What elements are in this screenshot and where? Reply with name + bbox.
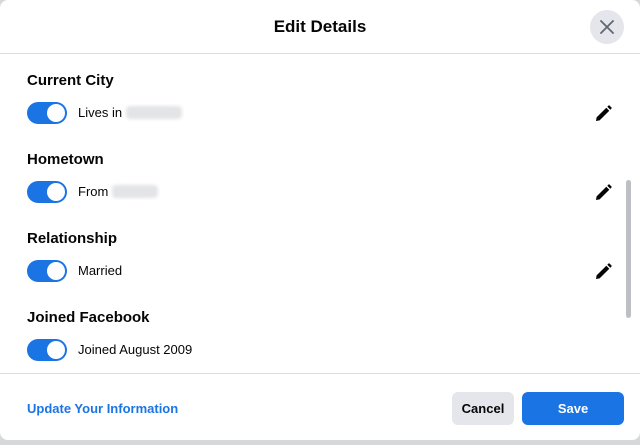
detail-text: Lives in (78, 105, 183, 120)
section-hometown: Hometown From (27, 151, 617, 221)
cancel-button[interactable]: Cancel (452, 392, 514, 425)
visibility-toggle[interactable] (27, 181, 67, 203)
toggle-knob (47, 183, 65, 201)
section-title: Joined Facebook (27, 309, 150, 326)
page-backdrop (0, 440, 640, 445)
detail-text: Joined August 2009 (78, 342, 192, 357)
section-title: Hometown (27, 151, 104, 168)
close-icon (600, 20, 614, 34)
section-relationship: Relationship Married (27, 230, 617, 300)
visibility-toggle[interactable] (27, 102, 67, 124)
section-joined-facebook: Joined Facebook Joined August 2009 (27, 309, 617, 373)
redacted-value (112, 185, 159, 198)
close-button[interactable] (590, 10, 624, 44)
detail-label: Married (78, 263, 123, 278)
dialog-title: Edit Details (273, 17, 367, 36)
detail-text: From (78, 184, 159, 199)
detail-label: Joined August 2009 (78, 342, 193, 357)
details-list[interactable]: Current City Lives in Hometown From Rela… (0, 55, 640, 373)
dialog-footer: Update Your Information Cancel Save (0, 373, 640, 440)
section-title: Current City (27, 72, 114, 89)
redacted-value (126, 106, 183, 119)
edit-details-dialog: Edit Details Current City Lives in Homet… (0, 0, 640, 440)
detail-text: Married (78, 263, 122, 278)
toggle-knob (47, 262, 65, 280)
section-current-city: Current City Lives in (27, 72, 617, 142)
pencil-icon (596, 184, 612, 200)
toggle-knob (47, 341, 65, 359)
save-button[interactable]: Save (522, 392, 624, 425)
update-information-link[interactable]: Update Your Information (27, 401, 178, 416)
edit-button[interactable] (593, 104, 613, 124)
toggle-knob (47, 104, 65, 122)
visibility-toggle[interactable] (27, 260, 67, 282)
pencil-icon (596, 105, 612, 121)
edit-button[interactable] (593, 183, 613, 203)
detail-label: From (78, 184, 109, 199)
scrollbar[interactable] (625, 55, 633, 373)
pencil-icon (596, 263, 612, 279)
detail-label: Lives in (78, 105, 123, 120)
edit-button[interactable] (593, 262, 613, 282)
visibility-toggle[interactable] (27, 339, 67, 361)
section-title: Relationship (27, 230, 118, 247)
scrollbar-thumb[interactable] (626, 180, 631, 318)
dialog-header: Edit Details (0, 0, 640, 54)
